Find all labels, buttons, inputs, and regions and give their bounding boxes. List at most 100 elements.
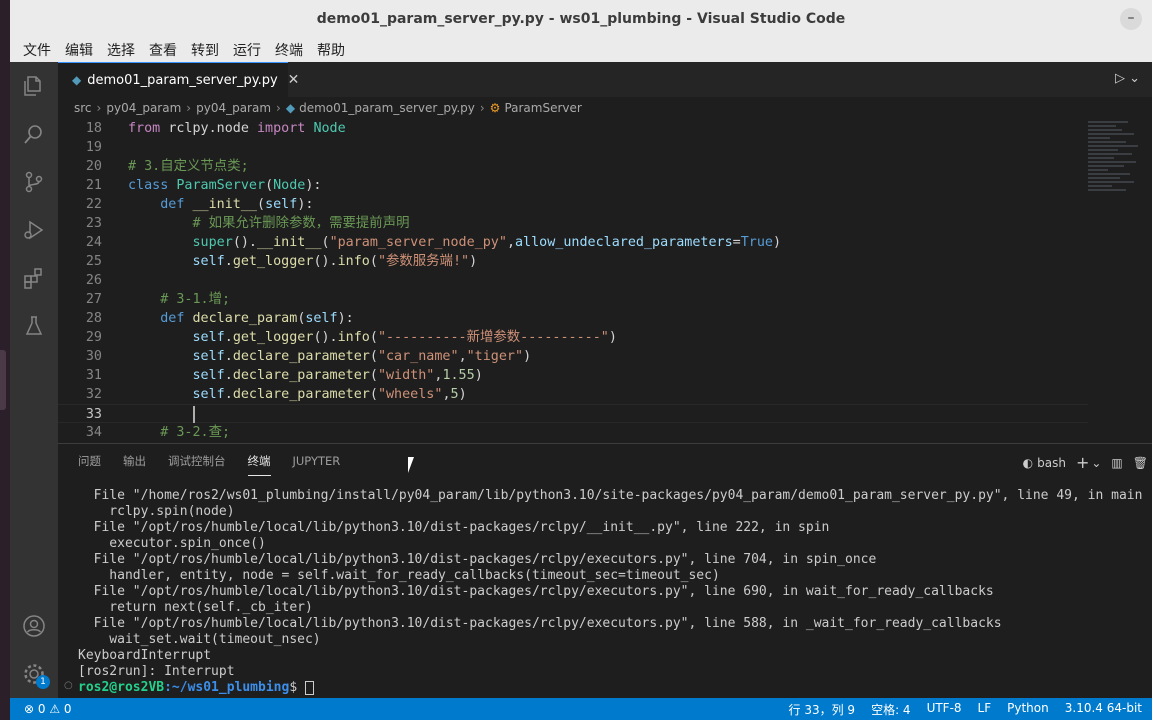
chevron-down-icon[interactable]: ⌄	[1091, 456, 1101, 470]
panel-tab-4[interactable]: JUPYTER	[293, 448, 341, 474]
code-line[interactable]: 34 # 3-2.查;	[58, 423, 1088, 442]
menu-item-6[interactable]: 终端	[268, 40, 310, 60]
code-token: (	[265, 178, 274, 193]
code-token: self	[192, 254, 225, 269]
code-line[interactable]: 18 from rclpy.node import Node	[58, 119, 1088, 138]
encoding-status[interactable]: UTF-8	[927, 701, 962, 718]
code-token: True	[740, 235, 773, 250]
chevron-right-icon: ›	[96, 101, 102, 115]
code-line[interactable]: 20 # 3.自定义节点类;	[58, 157, 1088, 176]
kill-terminal-icon[interactable]: 🗑	[1133, 456, 1148, 470]
split-terminal-icon[interactable]: ▥	[1111, 456, 1122, 470]
code-token: self	[192, 387, 225, 402]
code-line[interactable]: 29 self.get_logger().info("----------新增参…	[58, 328, 1088, 347]
breadcrumb-class[interactable]: ParamServer	[504, 101, 581, 115]
new-terminal-button[interactable]: +	[1076, 453, 1089, 472]
line-number: 20	[85, 159, 102, 174]
code-token: self	[305, 311, 338, 326]
code-token: get_logger	[232, 254, 314, 269]
menu-item-4[interactable]: 转到	[184, 40, 226, 60]
line-number: 22	[85, 197, 102, 212]
mouse-pointer-icon	[408, 457, 420, 473]
line-number: 24	[85, 235, 102, 250]
line-number: 34	[85, 425, 102, 440]
code-token: ):	[297, 197, 314, 212]
run-debug-icon[interactable]	[22, 218, 46, 242]
extensions-icon[interactable]	[22, 266, 46, 290]
code-text: self.declare_parameter("car_name","tiger…	[128, 347, 532, 366]
run-python-file-icon[interactable]: ▷ ⌄	[1115, 71, 1140, 86]
breadcrumb-py04-param-pkg[interactable]: py04_param	[196, 101, 271, 115]
code-token: 1.55	[442, 368, 475, 383]
chevron-right-icon: ›	[479, 101, 485, 115]
code-line[interactable]: 19	[58, 138, 1088, 157]
code-line[interactable]: 25 self.get_logger().info("参数服务端!")	[58, 252, 1088, 271]
terminal-output[interactable]: File "/home/ros2/ws01_plumbing/install/p…	[78, 488, 1152, 696]
line-number: 30	[85, 349, 102, 364]
code-token: "tiger"	[466, 349, 524, 364]
code-line[interactable]: 21 class ParamServer(Node):	[58, 176, 1088, 195]
menu-item-3[interactable]: 查看	[142, 40, 184, 60]
line-number: 27	[85, 292, 102, 307]
minimize-button[interactable]: –	[1120, 8, 1142, 30]
code-token: import	[257, 121, 314, 136]
code-line[interactable]: 22 def __init__(self):	[58, 195, 1088, 214]
terminal-shell-label[interactable]: bash	[1037, 456, 1066, 470]
python-interpreter-status[interactable]: 3.10.4 64-bit	[1065, 701, 1142, 718]
accounts-icon[interactable]	[22, 614, 46, 638]
line-number: 19	[85, 140, 102, 155]
panel-tab-2[interactable]: 调试控制台	[168, 447, 226, 475]
eol-status[interactable]: LF	[978, 701, 992, 718]
cursor-position-status[interactable]: 行 33，列 9	[789, 701, 856, 718]
line-number: 32	[85, 387, 102, 402]
panel-tab-3[interactable]: 终端	[247, 447, 271, 476]
language-mode-status[interactable]: Python	[1007, 701, 1049, 718]
code-token: =	[732, 235, 741, 250]
code-token: ,	[458, 349, 467, 364]
code-token: (	[369, 387, 378, 402]
code-token: ,	[442, 387, 451, 402]
editor-area: ◆ demo01_param_server_py.py ✕ ▷ ⌄ src › …	[58, 62, 1152, 698]
code-line[interactable]: 33	[58, 404, 1088, 423]
menu-item-7[interactable]: 帮助	[310, 40, 352, 60]
code-token: ):	[337, 311, 354, 326]
code-token: # 3.自定义节点类;	[128, 159, 249, 174]
code-token: (	[369, 349, 378, 364]
menu-item-1[interactable]: 编辑	[58, 40, 100, 60]
code-token: declare_parameter	[232, 387, 370, 402]
code-line[interactable]: 31 self.declare_parameter("width",1.55)	[58, 366, 1088, 385]
code-line[interactable]: 26	[58, 271, 1088, 290]
code-token: __init__	[192, 197, 258, 212]
code-line[interactable]: 23 # 如果允许删除参数，需要提前声明	[58, 214, 1088, 233]
line-number: 31	[85, 368, 102, 383]
tab-demo01-param-server[interactable]: ◆ demo01_param_server_py.py ✕	[58, 62, 299, 97]
menu-item-5[interactable]: 运行	[226, 40, 268, 60]
testing-icon[interactable]	[22, 314, 46, 338]
problems-status[interactable]: ⊗ 0 ⚠ 0	[10, 702, 72, 716]
menu-item-0[interactable]: 文件	[16, 40, 58, 60]
code-text: def __init__(self):	[128, 195, 313, 214]
code-token: "car_name"	[377, 349, 459, 364]
code-editor[interactable]: 18 from rclpy.node import Node 19 20 # 3.自定义…	[58, 119, 1152, 443]
code-line[interactable]: 24 super().__init__("param_server_node_p…	[58, 233, 1088, 252]
code-text: self.declare_parameter("width",1.55)	[128, 366, 483, 385]
panel-tab-1[interactable]: 输出	[123, 447, 146, 475]
menu-item-2[interactable]: 选择	[100, 40, 142, 60]
panel-tab-0[interactable]: 问题	[78, 447, 101, 475]
code-line[interactable]: 30 self.declare_parameter("car_name","ti…	[58, 347, 1088, 366]
breadcrumb-py04-param[interactable]: py04_param	[106, 101, 181, 115]
code-line[interactable]: 27 # 3-1.增;	[58, 290, 1088, 309]
minimap[interactable]	[1088, 119, 1140, 239]
code-token: # 3-2.查;	[160, 425, 231, 440]
breadcrumb-file[interactable]: demo01_param_server_py.py	[299, 101, 475, 115]
tab-label: demo01_param_server_py.py	[87, 72, 278, 88]
close-tab-icon[interactable]: ✕	[288, 72, 300, 88]
breadcrumb-src[interactable]: src	[74, 101, 92, 115]
indentation-status[interactable]: 空格: 4	[871, 701, 911, 718]
search-icon[interactable]	[22, 122, 46, 146]
code-token: ):	[305, 178, 322, 193]
explorer-icon[interactable]	[22, 74, 46, 98]
code-line[interactable]: 32 self.declare_parameter("wheels",5)	[58, 385, 1088, 404]
source-control-icon[interactable]	[22, 170, 46, 194]
code-line[interactable]: 28 def declare_param(self):	[58, 309, 1088, 328]
